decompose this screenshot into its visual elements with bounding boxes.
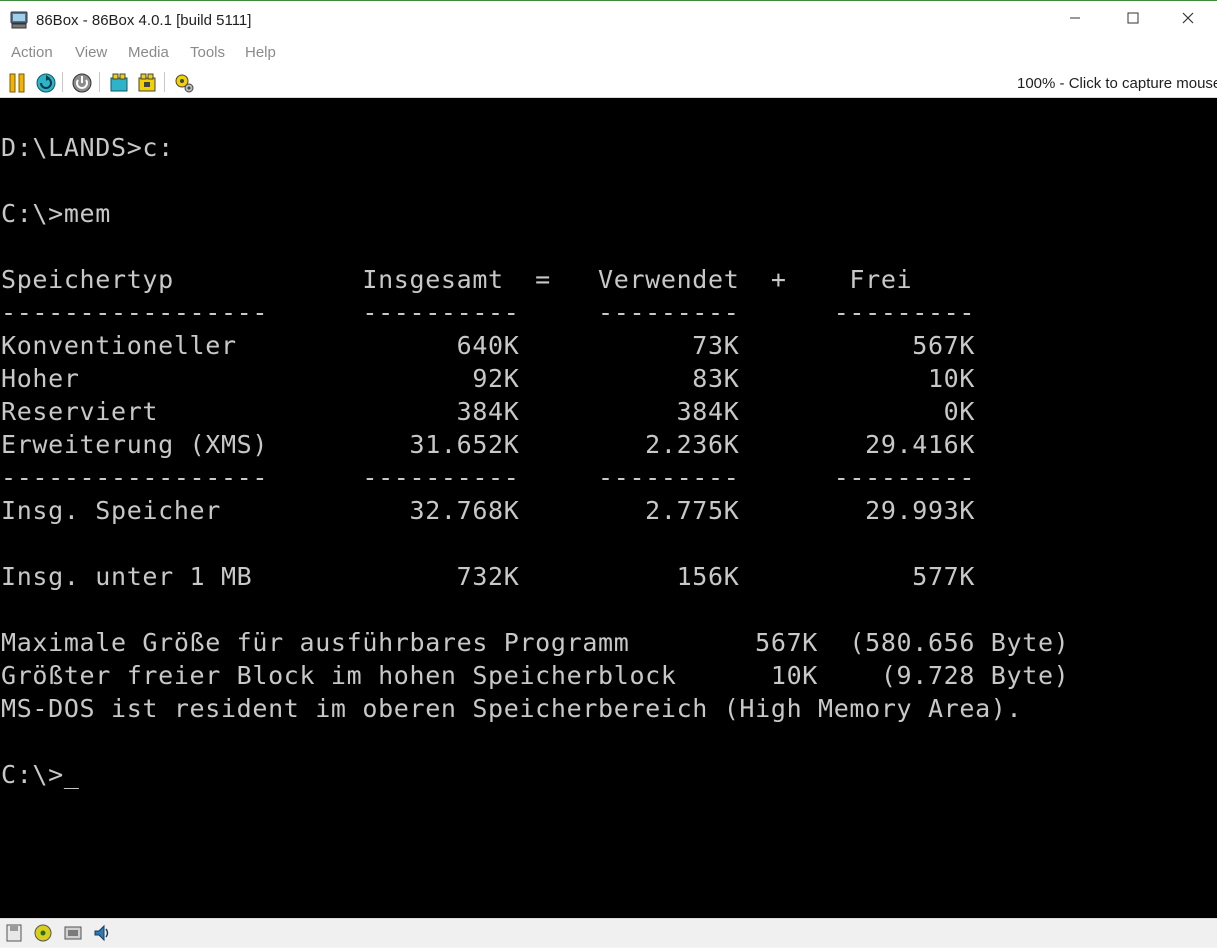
toolbar-separator — [62, 72, 63, 92]
close-icon — [1182, 11, 1194, 29]
menu-tools[interactable]: Tools — [190, 44, 225, 61]
maximize-icon — [1127, 11, 1139, 29]
dos-line: Insg. Speicher 32.768K 2.775K 29.993K — [1, 496, 976, 525]
settings-icon — [173, 74, 195, 98]
pause-button[interactable] — [6, 72, 28, 94]
dos-line: Hoher 92K 83K 10K — [1, 364, 976, 393]
dos-line: Konventioneller 640K 73K 567K — [1, 331, 976, 360]
title-bar: 86Box - 86Box 4.0.1 [build 5111] — [0, 0, 1217, 38]
toolbar-separator — [99, 72, 100, 92]
close-button[interactable] — [1159, 1, 1217, 39]
dos-line: C:\>mem — [1, 199, 111, 228]
dos-line: Maximale Größe für ausführbares Programm… — [1, 628, 1070, 657]
text-cursor: _ — [63, 760, 80, 789]
settings-button[interactable] — [173, 72, 195, 94]
maximize-button[interactable] — [1104, 1, 1162, 39]
cdrom-drive-icon[interactable] — [33, 923, 53, 943]
menu-view[interactable]: View — [75, 44, 107, 61]
dos-line: ----------------- ---------- --------- -… — [1, 463, 976, 492]
86box-computer-icon — [10, 11, 28, 29]
power-button[interactable] — [71, 72, 93, 94]
status-bar — [0, 918, 1217, 947]
dos-line: MS-DOS ist resident im oberen Speicherbe… — [1, 694, 1023, 723]
menu-bar: Action View Media Tools Help — [0, 38, 1217, 66]
emulator-screen[interactable]: D:\LANDS>c: C:\>mem Speichertyp Insgesam… — [0, 98, 1217, 918]
toolbar-separator — [164, 72, 165, 92]
dos-line: D:\LANDS>c: — [1, 133, 174, 162]
network-icon[interactable] — [63, 923, 83, 943]
toolbar: 100% - Click to capture mouse — [0, 66, 1217, 98]
window-title: 86Box - 86Box 4.0.1 [build 5111] — [36, 12, 252, 29]
capture-mouse-hint[interactable]: 100% - Click to capture mouse — [1017, 75, 1217, 92]
floppy-drive-icon[interactable] — [4, 923, 24, 943]
dos-prompt: C:\> — [1, 760, 64, 789]
menu-media[interactable]: Media — [128, 44, 169, 61]
dos-line: Größter freier Block im hohen Speicherbl… — [1, 661, 1070, 690]
ctrl-alt-del-button[interactable] — [108, 72, 130, 94]
power-icon — [71, 73, 93, 98]
minimize-icon — [1069, 11, 1081, 29]
sound-icon[interactable] — [92, 923, 112, 943]
minimize-button[interactable] — [1046, 1, 1104, 39]
dos-line: Speichertyp Insgesamt = Verwendet + Frei — [1, 265, 913, 294]
reset-button[interactable] — [35, 72, 57, 94]
ctrl-alt-esc-icon — [136, 73, 158, 98]
ctrl-alt-esc-button[interactable] — [136, 72, 158, 94]
dos-line: Insg. unter 1 MB 732K 156K 577K — [1, 562, 976, 591]
dos-line: Reserviert 384K 384K 0K — [1, 397, 976, 426]
dos-line: ----------------- ---------- --------- -… — [1, 298, 976, 327]
reset-icon — [35, 73, 57, 98]
menu-action[interactable]: Action — [11, 44, 53, 61]
menu-help[interactable]: Help — [245, 44, 276, 61]
pause-icon — [6, 73, 28, 98]
ctrl-alt-del-icon — [108, 73, 130, 98]
dos-line: Erweiterung (XMS) 31.652K 2.236K 29.416K — [1, 430, 976, 459]
dos-prompt-line: C:\>_ — [1, 758, 80, 791]
